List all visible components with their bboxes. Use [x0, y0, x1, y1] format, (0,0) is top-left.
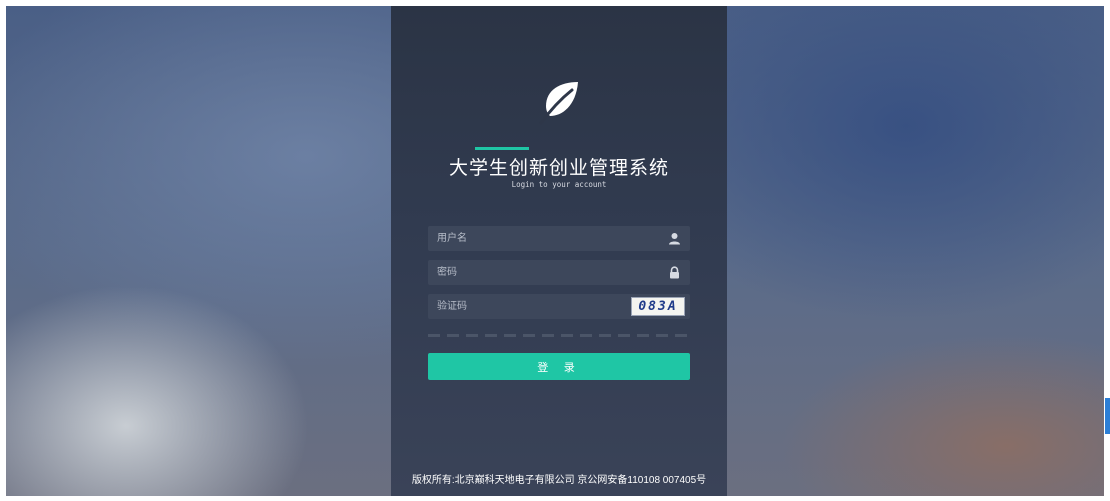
- login-page: 大学生创新创业管理系统 Login to your account 083A 登…: [0, 0, 1110, 501]
- lock-icon: [670, 266, 679, 279]
- password-input[interactable]: [428, 260, 637, 285]
- page-subtitle: Login to your account: [511, 180, 607, 189]
- user-icon: [669, 233, 680, 245]
- captcha-input[interactable]: [428, 294, 637, 319]
- login-button[interactable]: 登 录: [428, 353, 690, 380]
- username-input[interactable]: [428, 226, 637, 251]
- password-field: [428, 260, 690, 285]
- side-edge-tab[interactable]: [1105, 398, 1110, 434]
- leaf-icon: [539, 82, 578, 125]
- page-title: 大学生创新创业管理系统: [448, 157, 669, 179]
- title-accent-bar: [475, 147, 529, 150]
- captcha-field: 083A: [428, 294, 690, 319]
- username-field: [428, 226, 690, 251]
- captcha-image[interactable]: 083A: [631, 297, 685, 316]
- copyright-footer: 版权所有:北京巅科天地电子有限公司 京公网安备110108 007405号: [411, 475, 707, 486]
- dashed-divider: [428, 334, 690, 337]
